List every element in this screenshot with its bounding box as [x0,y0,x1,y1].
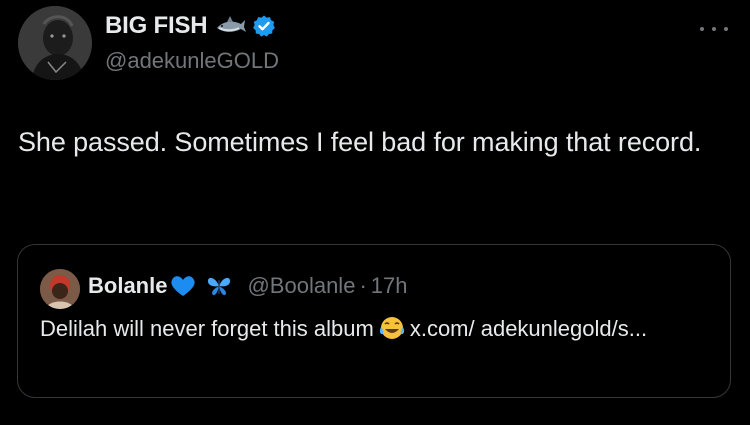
quoted-text-body: Delilah will never forget this album [40,316,374,341]
quoted-author-name[interactable]: Bolanle [88,273,167,299]
separator-dot: · [359,273,367,298]
author-name-text: BIG FISH [105,12,208,39]
more-dot [724,27,728,31]
quoted-tweet-timestamp[interactable]: 17h [371,273,408,299]
more-dot [712,27,716,31]
more-options-button[interactable] [700,22,728,36]
blue-heart-icon [169,274,197,298]
verified-badge-icon[interactable] [252,14,276,38]
quoted-tweet-text: Delilah will never forget this album x.co… [40,313,700,345]
tweet-text: She passed. Sometimes I feel bad for mak… [18,127,702,157]
quoted-tweet-link[interactable]: x.com/ adekunlegold/s... [410,316,647,341]
shark-emoji-icon [215,14,247,38]
face-with-tears-of-joy-icon [378,315,406,341]
author-avatar-image [18,6,92,80]
author-handle[interactable]: @adekunleGOLD [105,48,279,74]
author-display-name[interactable]: BIG FISH [105,12,276,40]
tweet-card[interactable]: BIG FISH @adekunleGOLD She passed. Somet… [0,0,750,425]
butterfly-icon [205,274,233,298]
quoted-tweet[interactable]: Bolanle @Boolanle · 17h Delilah will nev… [17,244,731,398]
quoted-tweet-header: Bolanle @Boolanle · 17h [88,273,407,299]
quoted-avatar-image [40,269,80,309]
more-horizontal-icon [700,27,704,31]
author-avatar[interactable] [18,6,92,80]
quoted-author-handle[interactable]: @Boolanle [247,273,355,299]
quoted-author-avatar[interactable] [40,269,80,309]
